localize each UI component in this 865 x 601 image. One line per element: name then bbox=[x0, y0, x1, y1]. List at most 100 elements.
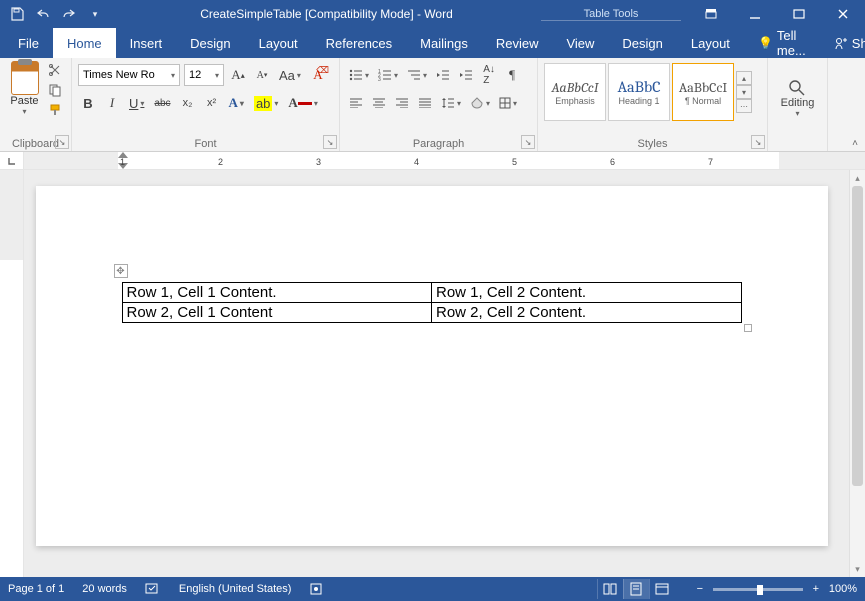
document-scroll[interactable]: ✥ Row 1, Cell 1 Content. Row 1, Cell 2 C… bbox=[24, 170, 849, 577]
contextual-tab-label: Table Tools bbox=[541, 8, 681, 21]
table-cell[interactable]: Row 2, Cell 1 Content bbox=[122, 303, 432, 323]
table-resize-handle-icon[interactable] bbox=[744, 324, 752, 332]
table-cell[interactable]: Row 1, Cell 1 Content. bbox=[122, 283, 432, 303]
line-spacing-button[interactable]: ▾ bbox=[438, 92, 464, 114]
paste-button[interactable]: Paste ▾ bbox=[6, 61, 43, 119]
table-cell[interactable]: Row 1, Cell 2 Content. bbox=[432, 283, 742, 303]
macro-record-icon[interactable] bbox=[309, 582, 323, 596]
styles-launcher-icon[interactable]: ↘ bbox=[751, 135, 765, 149]
tab-review[interactable]: Review bbox=[482, 28, 553, 58]
table-move-handle-icon[interactable]: ✥ bbox=[114, 264, 128, 278]
vertical-ruler[interactable] bbox=[0, 170, 24, 577]
tab-mailings[interactable]: Mailings bbox=[406, 28, 482, 58]
qat-customize-icon[interactable]: ▾ bbox=[84, 3, 106, 25]
minimize-icon[interactable] bbox=[733, 0, 777, 28]
editing-dropdown[interactable]: Editing ▾ bbox=[781, 79, 815, 118]
undo-icon[interactable] bbox=[32, 3, 54, 25]
borders-button[interactable]: ▾ bbox=[496, 92, 520, 114]
clear-formatting-button[interactable]: A⌫ bbox=[308, 64, 328, 86]
tab-insert[interactable]: Insert bbox=[116, 28, 177, 58]
document-table[interactable]: Row 1, Cell 1 Content. Row 1, Cell 2 Con… bbox=[122, 282, 742, 323]
superscript-button[interactable]: x² bbox=[202, 92, 222, 114]
tell-me-search[interactable]: Tell me... bbox=[744, 28, 820, 58]
subscript-button[interactable]: x₂ bbox=[178, 92, 198, 114]
highlight-button[interactable]: ab▾ bbox=[251, 92, 281, 114]
grow-font-button[interactable]: A▴ bbox=[228, 64, 248, 86]
scroll-down-icon[interactable]: ▾ bbox=[850, 561, 865, 577]
collapse-ribbon-icon[interactable]: ˄ bbox=[848, 136, 862, 150]
page-status[interactable]: Page 1 of 1 bbox=[8, 583, 64, 595]
tab-references[interactable]: References bbox=[312, 28, 406, 58]
numbering-button[interactable]: 123▾ bbox=[375, 64, 401, 86]
clipboard-launcher-icon[interactable]: ↘ bbox=[55, 135, 69, 149]
underline-button[interactable]: U▾ bbox=[126, 92, 147, 114]
print-layout-icon[interactable] bbox=[623, 579, 649, 599]
zoom-level[interactable]: 100% bbox=[829, 583, 857, 595]
strikethrough-button[interactable]: abc bbox=[151, 92, 173, 114]
shading-button[interactable]: ▾ bbox=[467, 92, 493, 114]
decrease-indent-button[interactable] bbox=[433, 64, 453, 86]
word-count[interactable]: 20 words bbox=[82, 583, 127, 595]
style-normal[interactable]: AaBbCcI ¶ Normal bbox=[672, 63, 734, 121]
justify-button[interactable] bbox=[415, 92, 435, 114]
page[interactable]: ✥ Row 1, Cell 1 Content. Row 1, Cell 2 C… bbox=[36, 186, 828, 546]
scroll-up-icon[interactable]: ▴ bbox=[850, 170, 865, 186]
horizontal-ruler[interactable]: 1 2 3 4 5 6 7 bbox=[0, 152, 865, 170]
style-heading1[interactable]: AaBbC Heading 1 bbox=[608, 63, 670, 121]
chevron-down-icon: ▾ bbox=[736, 85, 752, 99]
vertical-scrollbar[interactable]: ▴ ▾ bbox=[849, 170, 865, 577]
ribbon-display-icon[interactable] bbox=[689, 0, 733, 28]
multilevel-list-button[interactable]: ▾ bbox=[404, 64, 430, 86]
tab-home[interactable]: Home bbox=[53, 28, 116, 58]
style-emphasis[interactable]: AaBbCcI Emphasis bbox=[544, 63, 606, 121]
cut-button[interactable] bbox=[45, 61, 65, 79]
scroll-track[interactable] bbox=[850, 186, 865, 561]
tab-view[interactable]: View bbox=[552, 28, 608, 58]
zoom-out-button[interactable]: − bbox=[693, 583, 707, 595]
bold-button[interactable]: B bbox=[78, 92, 98, 114]
increase-indent-button[interactable] bbox=[456, 64, 476, 86]
change-case-button[interactable]: Aa▾ bbox=[276, 64, 304, 86]
spellcheck-icon[interactable] bbox=[145, 582, 161, 596]
styles-gallery-more[interactable]: ▴ ▾ ⋯ bbox=[736, 71, 752, 113]
language-status[interactable]: English (United States) bbox=[179, 583, 292, 595]
font-launcher-icon[interactable]: ↘ bbox=[323, 135, 337, 149]
copy-button[interactable] bbox=[45, 81, 65, 99]
style-name: ¶ Normal bbox=[685, 96, 721, 106]
font-name-combo[interactable]: Times New Ro▾ bbox=[78, 64, 180, 86]
align-center-button[interactable] bbox=[369, 92, 389, 114]
shrink-font-button[interactable]: A▾ bbox=[252, 64, 272, 86]
table-row[interactable]: Row 2, Cell 1 Content Row 2, Cell 2 Cont… bbox=[122, 303, 741, 323]
show-marks-button[interactable]: ¶ bbox=[502, 64, 522, 86]
document-area: ✥ Row 1, Cell 1 Content. Row 1, Cell 2 C… bbox=[0, 170, 865, 577]
redo-icon[interactable] bbox=[58, 3, 80, 25]
web-layout-icon[interactable] bbox=[649, 579, 675, 599]
format-painter-button[interactable] bbox=[45, 101, 65, 119]
read-mode-icon[interactable] bbox=[597, 579, 623, 599]
tab-design[interactable]: Design bbox=[176, 28, 244, 58]
tab-layout[interactable]: Layout bbox=[245, 28, 312, 58]
align-right-button[interactable] bbox=[392, 92, 412, 114]
italic-button[interactable]: I bbox=[102, 92, 122, 114]
zoom-slider[interactable] bbox=[713, 588, 803, 591]
tab-file[interactable]: File bbox=[4, 28, 53, 58]
tab-selector[interactable] bbox=[0, 152, 24, 169]
bullets-button[interactable]: ▾ bbox=[346, 64, 372, 86]
close-icon[interactable] bbox=[821, 0, 865, 28]
scroll-thumb[interactable] bbox=[852, 186, 863, 486]
align-left-button[interactable] bbox=[346, 92, 366, 114]
zoom-in-button[interactable]: + bbox=[809, 583, 823, 595]
table-row[interactable]: Row 1, Cell 1 Content. Row 1, Cell 2 Con… bbox=[122, 283, 741, 303]
maximize-icon[interactable] bbox=[777, 0, 821, 28]
text-effects-button[interactable]: A▾ bbox=[226, 92, 247, 114]
tab-table-layout[interactable]: Layout bbox=[677, 28, 744, 58]
font-color-button[interactable]: A▾ bbox=[285, 92, 320, 114]
save-icon[interactable] bbox=[6, 3, 28, 25]
zoom-slider-thumb[interactable] bbox=[757, 585, 763, 595]
font-size-combo[interactable]: 12▾ bbox=[184, 64, 224, 86]
sort-button[interactable]: A↓Z bbox=[479, 64, 499, 86]
paragraph-launcher-icon[interactable]: ↘ bbox=[521, 135, 535, 149]
table-cell[interactable]: Row 2, Cell 2 Content. bbox=[432, 303, 742, 323]
tab-table-design[interactable]: Design bbox=[608, 28, 676, 58]
share-button[interactable]: Share bbox=[820, 28, 865, 58]
